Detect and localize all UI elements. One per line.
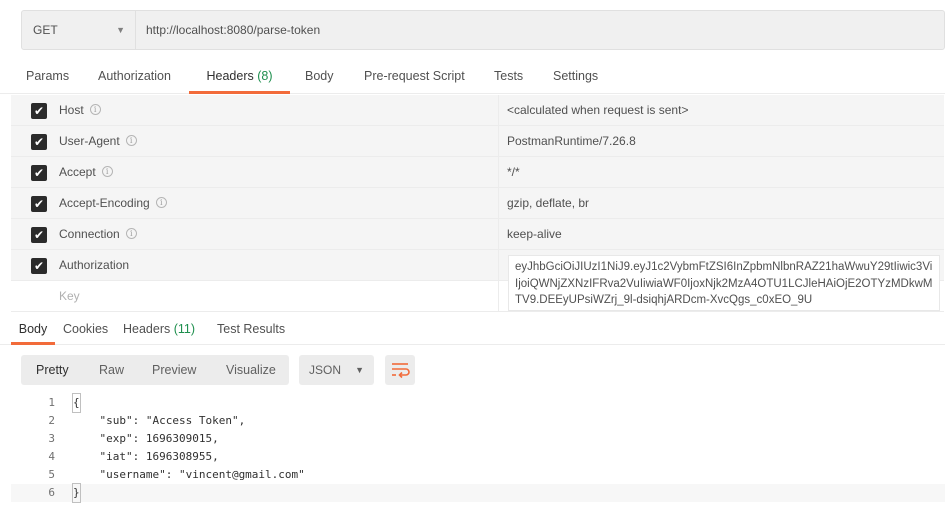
line-number: 4: [48, 450, 55, 463]
header-key: Authorization: [59, 258, 130, 272]
tab-headers[interactable]: Headers (8): [189, 60, 290, 94]
authorization-value-field[interactable]: eyJhbGciOiJIUzI1NiJ9.eyJ1c2VybmFtZSI6InZ…: [508, 255, 940, 311]
wrap-lines-icon: [392, 363, 410, 379]
method-label: GET: [33, 23, 58, 37]
tab-settings[interactable]: Settings: [553, 60, 598, 94]
header-row-accept-encoding: ✔ Accept-Encoding i gzip, deflate, br: [11, 188, 944, 219]
tab-response-headers[interactable]: Headers (11): [123, 315, 195, 345]
url-input[interactable]: http://localhost:8080/parse-token: [136, 23, 320, 37]
response-body-code: 1 { 2 "sub": "Access Token", 3 "exp": 16…: [11, 393, 945, 503]
view-visualize-button[interactable]: Visualize: [226, 355, 276, 385]
tab-tests[interactable]: Tests: [494, 60, 523, 94]
header-key: User-Agent: [59, 134, 120, 148]
info-icon[interactable]: i: [125, 228, 137, 240]
format-label: JSON: [309, 363, 342, 377]
format-select[interactable]: JSON ▼: [299, 355, 374, 385]
view-pretty-button[interactable]: Pretty: [36, 355, 69, 385]
line-number: 2: [48, 414, 55, 427]
chevron-down-icon: ▼: [116, 25, 125, 35]
line-number: 1: [48, 396, 55, 409]
code-text: }: [72, 483, 81, 503]
code-text: "exp": 1696309015,: [73, 432, 219, 445]
code-line: 2 "sub": "Access Token",: [11, 412, 945, 430]
header-value: */*: [507, 165, 520, 179]
code-text: "sub": "Access Token",: [73, 414, 246, 427]
new-header-key-input[interactable]: Key: [59, 281, 80, 312]
request-tabs: Params Authorization Headers (8) Body Pr…: [0, 60, 945, 94]
code-text: {: [72, 393, 81, 413]
checkbox-icon[interactable]: ✔: [31, 165, 47, 181]
checkbox-icon[interactable]: ✔: [31, 196, 47, 212]
code-line: 4 "iat": 1696308955,: [11, 448, 945, 466]
checkbox-icon[interactable]: ✔: [31, 258, 47, 274]
info-icon[interactable]: i: [125, 135, 137, 147]
wrap-lines-button[interactable]: [385, 355, 415, 385]
header-key: Accept: [59, 165, 96, 179]
headers-count: (8): [257, 69, 273, 83]
header-key: Connection: [59, 227, 120, 241]
header-row-accept: ✔ Accept i */*: [11, 157, 944, 188]
request-url-bar: GET ▼ http://localhost:8080/parse-token: [21, 10, 945, 50]
code-line: 3 "exp": 1696309015,: [11, 430, 945, 448]
code-line: 1 {: [11, 393, 945, 413]
tab-params[interactable]: Params: [26, 60, 69, 94]
view-raw-button[interactable]: Raw: [99, 355, 124, 385]
header-value: keep-alive: [507, 227, 562, 241]
code-text: "username": "vincent@gmail.com": [73, 468, 305, 481]
code-text: "iat": 1696308955,: [73, 450, 219, 463]
chevron-down-icon: ▼: [355, 365, 364, 375]
header-key: Host: [59, 103, 84, 117]
view-preview-button[interactable]: Preview: [152, 355, 196, 385]
header-key: Accept-Encoding: [59, 196, 150, 210]
response-tabs: Body Cookies Headers (11) Test Results: [0, 315, 945, 345]
header-value: PostmanRuntime/7.26.8: [507, 134, 636, 148]
headers-table: ✔ Host i <calculated when request is sent…: [11, 95, 944, 312]
header-value: gzip, deflate, br: [507, 196, 590, 210]
tab-response-cookies[interactable]: Cookies: [63, 315, 108, 345]
tab-pre-request-script[interactable]: Pre-request Script: [364, 60, 465, 94]
tab-authorization[interactable]: Authorization: [98, 60, 171, 94]
line-number: 3: [48, 432, 55, 445]
header-value: <calculated when request is sent>: [507, 103, 689, 117]
header-row-connection: ✔ Connection i keep-alive: [11, 219, 944, 250]
tab-test-results[interactable]: Test Results: [217, 315, 285, 345]
line-number: 6: [48, 486, 55, 499]
checkbox-icon[interactable]: ✔: [31, 227, 47, 243]
code-line: 5 "username": "vincent@gmail.com": [11, 466, 945, 484]
code-line: 6 }: [11, 483, 945, 503]
tab-response-body[interactable]: Body: [11, 315, 55, 345]
line-number: 5: [48, 468, 55, 481]
checkbox-icon[interactable]: ✔: [31, 134, 47, 150]
view-mode-group: Pretty Raw Preview Visualize: [21, 355, 289, 385]
tab-body[interactable]: Body: [305, 60, 334, 94]
info-icon[interactable]: i: [89, 104, 101, 116]
checkbox-icon[interactable]: ✔: [31, 103, 47, 119]
header-row-host: ✔ Host i <calculated when request is sent…: [11, 95, 944, 126]
info-icon[interactable]: i: [155, 197, 167, 209]
response-headers-count: (11): [173, 322, 196, 336]
header-row-user-agent: ✔ User-Agent i PostmanRuntime/7.26.8: [11, 126, 944, 157]
method-select[interactable]: GET ▼: [22, 11, 136, 49]
info-icon[interactable]: i: [101, 166, 113, 178]
